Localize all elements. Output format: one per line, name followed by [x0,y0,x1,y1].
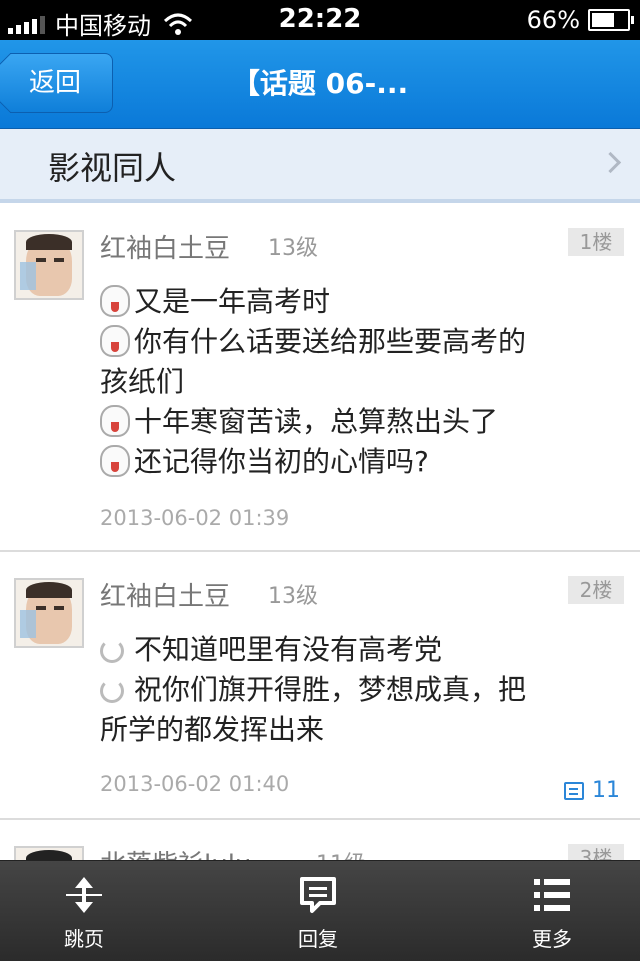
status-bar: 中国移动 22:22 66% [0,0,640,40]
post-username[interactable]: 红袖白土豆 [100,228,230,265]
battery-percent: 66% [526,6,580,34]
emoticon-icon [100,639,124,663]
reply-icon [300,877,336,913]
comment-count: 11 [592,778,620,803]
floor-badge: 1楼 [568,228,624,256]
forum-link[interactable]: 影视同人 [0,129,640,203]
post-level: 13级 [268,236,318,261]
nav-bar: 【话题 06-... 返回 [0,40,640,129]
post-item: 红袖白土豆 13级 1楼 又是一年高考时 你有什么话要送给那些要高考的 孩纸们 … [0,204,640,552]
more-label: 更多 [532,927,572,951]
post-line: 又是一年高考时 [134,285,331,318]
post-line: 十年寒窗苦读，总算熬出头了 [134,405,499,438]
emoticon-icon [100,405,130,437]
jump-page-label: 跳页 [64,927,104,951]
more-button[interactable]: 更多 [482,861,622,961]
post-content: 不知道吧里有没有高考党 祝你们旗开得胜，梦想成真，把 所学的都发挥出来 [100,630,610,750]
post-line: 还记得你当初的心情吗? [134,445,429,478]
post-timestamp: 2013-06-02 01:39 [100,506,290,530]
reply-label: 回复 [298,927,338,951]
jump-page-button[interactable]: 跳页 [14,861,154,961]
emoticon-icon [100,679,124,703]
forum-name: 影视同人 [48,149,177,187]
back-button[interactable]: 返回 [10,53,113,113]
post-content: 又是一年高考时 你有什么话要送给那些要高考的 孩纸们 十年寒窗苦读，总算熬出头了… [100,282,610,482]
emoticon-icon [100,445,130,477]
emoticon-icon [100,325,130,357]
post-level: 13级 [268,584,318,609]
jump-page-icon [66,877,102,913]
chevron-right-icon [599,151,622,174]
post-line: 所学的都发挥出来 [100,713,325,746]
back-button-label: 返回 [28,68,81,98]
floor-badge: 2楼 [568,576,624,604]
avatar[interactable] [14,230,84,300]
battery-group: 66% [526,6,634,34]
reply-button[interactable]: 回复 [248,861,388,961]
emoticon-icon [100,285,130,317]
post-item: 红袖白土豆 13级 2楼 不知道吧里有没有高考党 祝你们旗开得胜，梦想成真，把 … [0,552,640,820]
comment-icon [564,781,584,800]
menu-icon [534,879,570,911]
post-line: 不知道吧里有没有高考党 [134,633,443,666]
bottom-toolbar: 跳页 回复 更多 [0,860,640,961]
post-line: 你有什么话要送给那些要高考的 [134,325,527,358]
battery-fill [592,13,614,27]
post-line: 祝你们旗开得胜，梦想成真，把 [134,673,527,706]
post-timestamp: 2013-06-02 01:40 [100,772,290,796]
avatar[interactable] [14,578,84,648]
post-username[interactable]: 红袖白土豆 [100,576,230,613]
post-line: 孩纸们 [100,365,185,398]
battery-icon [588,9,634,31]
comment-count-button[interactable]: 11 [564,778,620,803]
